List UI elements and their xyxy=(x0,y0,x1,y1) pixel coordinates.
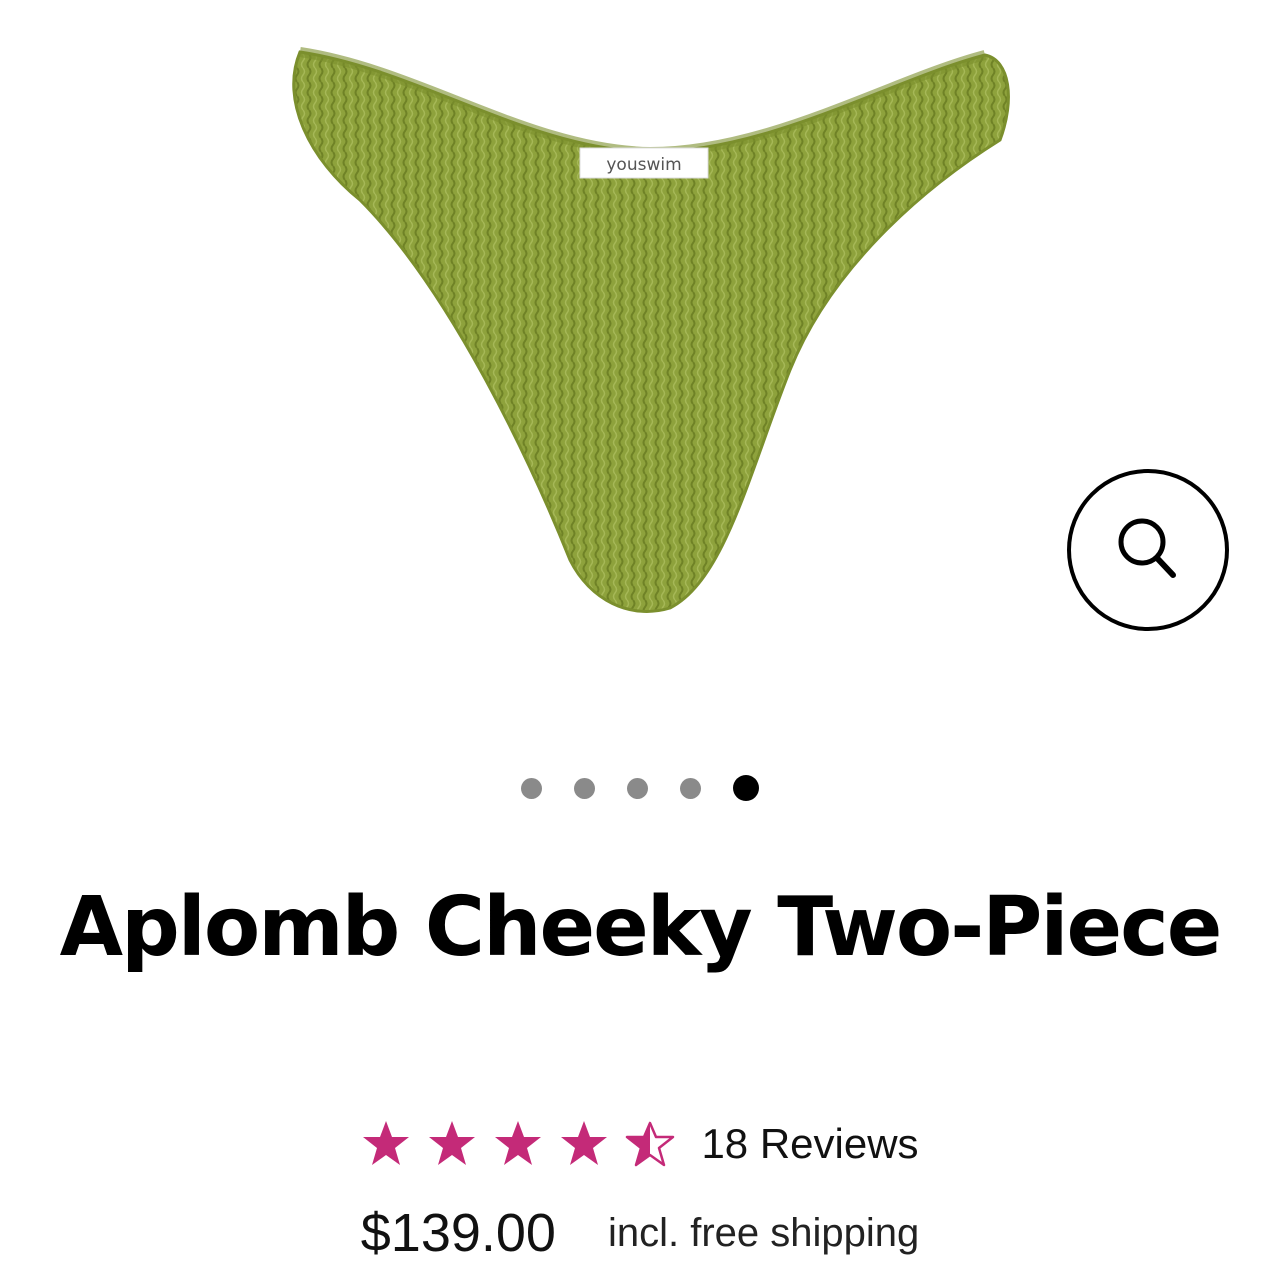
brand-tag-text: youswim xyxy=(606,155,681,175)
price-row: $139.00 incl. free shipping xyxy=(0,1198,1280,1268)
reviews-link[interactable]: 18 Reviews xyxy=(701,1120,918,1168)
product-price: $139.00 xyxy=(360,1203,556,1263)
carousel-dot-3[interactable] xyxy=(627,777,648,799)
carousel-dot-4[interactable] xyxy=(680,777,701,799)
product-title: Aplomb Cheeky Two-Piece xyxy=(59,880,1223,975)
zoom-button[interactable] xyxy=(1067,469,1229,631)
star-full-icon xyxy=(561,1121,608,1165)
star-half-icon xyxy=(626,1121,675,1167)
search-icon xyxy=(1118,518,1176,578)
product-image[interactable]: youswim xyxy=(270,40,1030,630)
rating-stars[interactable] xyxy=(361,1119,675,1169)
carousel-dot-5-active[interactable] xyxy=(733,775,759,801)
star-full-icon xyxy=(363,1121,410,1165)
rating-row: 18 Reviews xyxy=(0,1112,1280,1176)
carousel-pagination xyxy=(0,775,1280,801)
carousel-dot-2[interactable] xyxy=(574,777,595,799)
star-full-icon xyxy=(429,1121,476,1165)
product-page: youswim Aplomb Cheeky Two-Piece 18 Revie… xyxy=(0,0,1280,1280)
garment-shape xyxy=(292,50,1010,613)
carousel-dot-1[interactable] xyxy=(521,777,542,799)
shipping-note: incl. free shipping xyxy=(607,1210,920,1255)
star-full-icon xyxy=(495,1121,542,1165)
